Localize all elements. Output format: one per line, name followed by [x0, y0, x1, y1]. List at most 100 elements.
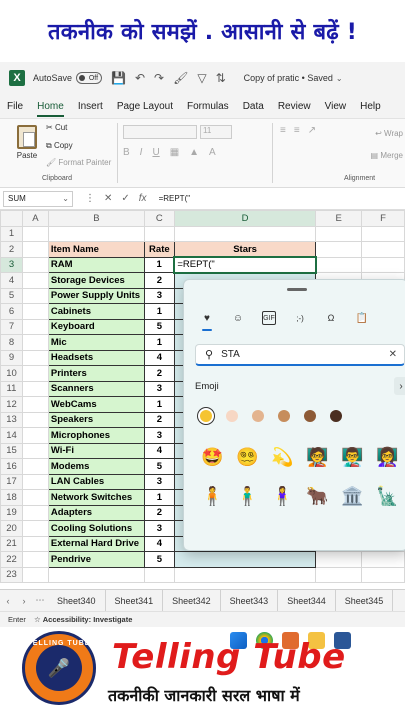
- tab-review[interactable]: Review: [271, 94, 318, 118]
- bold-icon[interactable]: B: [123, 147, 130, 158]
- row-header[interactable]: 2: [0, 241, 23, 258]
- cell[interactable]: [21, 365, 49, 382]
- row-header[interactable]: 15: [0, 442, 23, 459]
- enter-icon[interactable]: ✓: [121, 193, 129, 204]
- emoji-tab-icon[interactable]: ♥: [200, 311, 214, 331]
- cell[interactable]: [21, 396, 49, 413]
- save-icon[interactable]: 💾: [111, 71, 126, 85]
- rate-cell[interactable]: 1: [143, 303, 175, 320]
- insert-function-icon[interactable]: fx: [139, 193, 147, 204]
- sheet-tab[interactable]: Sheet340: [48, 589, 106, 612]
- row-header[interactable]: 16: [0, 458, 23, 475]
- skin-tone-swatch[interactable]: [200, 410, 212, 422]
- rate-cell[interactable]: 3: [143, 520, 175, 537]
- item-name-cell[interactable]: Wi-Fi: [47, 442, 145, 459]
- row-header[interactable]: 6: [0, 303, 23, 320]
- tab-file[interactable]: File: [0, 94, 30, 118]
- row-header[interactable]: 17: [0, 473, 23, 490]
- header-rate[interactable]: Rate: [143, 241, 175, 258]
- row-header[interactable]: 1: [0, 225, 23, 242]
- row-header[interactable]: 5: [0, 287, 23, 304]
- cell[interactable]: [21, 551, 49, 568]
- cell[interactable]: [361, 551, 405, 568]
- cell[interactable]: [21, 442, 49, 459]
- row-header[interactable]: 23: [0, 566, 23, 583]
- cell[interactable]: [361, 241, 405, 258]
- column-header[interactable]: F: [361, 210, 405, 227]
- column-header[interactable]: C: [143, 210, 175, 227]
- cell[interactable]: [47, 566, 145, 583]
- orientation-icon[interactable]: ↗: [308, 125, 316, 136]
- item-name-cell[interactable]: Cabinets: [47, 303, 145, 320]
- emoji-item[interactable]: 😵‍💫: [230, 440, 265, 475]
- rate-cell[interactable]: 5: [143, 551, 175, 568]
- item-name-cell[interactable]: RAM: [47, 256, 145, 273]
- column-header[interactable]: D: [173, 210, 317, 227]
- emoji-item[interactable]: 🗽: [370, 479, 405, 514]
- emoji-item[interactable]: 🧍: [195, 479, 230, 514]
- sheet-tab[interactable]: Sheet342: [163, 589, 221, 612]
- clipboard-icon[interactable]: 📋: [355, 311, 369, 325]
- skin-tone-swatch[interactable]: [304, 410, 316, 422]
- rate-cell[interactable]: 2: [143, 272, 175, 289]
- align-middle-icon[interactable]: ≡: [294, 125, 300, 136]
- tab-data[interactable]: Data: [236, 94, 271, 118]
- gif-icon[interactable]: GIF: [262, 311, 276, 325]
- cell[interactable]: [315, 241, 363, 258]
- item-name-cell[interactable]: WebCams: [47, 396, 145, 413]
- row-header[interactable]: 8: [0, 334, 23, 351]
- font-color-icon[interactable]: A: [209, 147, 216, 158]
- cell[interactable]: [21, 458, 49, 475]
- cell[interactable]: [21, 272, 49, 289]
- item-name-cell[interactable]: Keyboard: [47, 318, 145, 335]
- symbols-icon[interactable]: Ω: [324, 311, 338, 325]
- rate-cell[interactable]: 1: [143, 489, 175, 506]
- cell[interactable]: [21, 535, 49, 552]
- skin-tone-swatch[interactable]: [226, 410, 238, 422]
- underline-icon[interactable]: U: [152, 147, 159, 158]
- item-name-cell[interactable]: LAN Cables: [47, 473, 145, 490]
- next-sheet-icon[interactable]: ›: [16, 596, 32, 606]
- border-icon[interactable]: ▦: [170, 147, 179, 158]
- sort-icon[interactable]: ⇅: [216, 71, 226, 85]
- rate-cell[interactable]: 4: [143, 349, 175, 366]
- format-painter-icon[interactable]: 🖌: [173, 71, 188, 85]
- cell[interactable]: [143, 225, 175, 242]
- cell[interactable]: [173, 566, 317, 583]
- emoji-item[interactable]: 🧍‍♂️: [230, 479, 265, 514]
- rate-cell[interactable]: 3: [143, 473, 175, 490]
- row-header[interactable]: 22: [0, 551, 23, 568]
- cell[interactable]: [21, 241, 49, 258]
- rate-cell[interactable]: 4: [143, 535, 175, 552]
- cell[interactable]: [21, 427, 49, 444]
- italic-icon[interactable]: I: [140, 147, 143, 158]
- rate-cell[interactable]: 3: [143, 380, 175, 397]
- tab-page-layout[interactable]: Page Layout: [110, 94, 180, 118]
- column-header[interactable]: E: [315, 210, 363, 227]
- select-all-corner[interactable]: [0, 210, 23, 227]
- cell[interactable]: [361, 566, 405, 583]
- header-stars[interactable]: Stars: [173, 241, 317, 258]
- row-header[interactable]: 3: [0, 256, 23, 273]
- item-name-cell[interactable]: Headsets: [47, 349, 145, 366]
- emoji-item[interactable]: 🏛️: [335, 479, 370, 514]
- cell[interactable]: [21, 504, 49, 521]
- wrap-text-button[interactable]: ↩ Wrap: [375, 129, 403, 138]
- cell[interactable]: [21, 473, 49, 490]
- item-name-cell[interactable]: Speakers: [47, 411, 145, 428]
- row-header[interactable]: 21: [0, 535, 23, 552]
- item-name-cell[interactable]: External Hard Drive: [47, 535, 145, 552]
- item-name-cell[interactable]: Adapters: [47, 504, 145, 521]
- row-header[interactable]: 4: [0, 272, 23, 289]
- rate-cell[interactable]: 1: [143, 256, 175, 273]
- row-header[interactable]: 10: [0, 365, 23, 382]
- font-size-select[interactable]: 11: [200, 125, 232, 139]
- cell[interactable]: [47, 225, 145, 242]
- drag-handle[interactable]: [287, 288, 307, 291]
- column-header[interactable]: A: [21, 210, 49, 227]
- row-header[interactable]: 14: [0, 427, 23, 444]
- rate-cell[interactable]: 2: [143, 411, 175, 428]
- item-name-cell[interactable]: Storage Devices: [47, 272, 145, 289]
- item-name-cell[interactable]: Pendrive: [47, 551, 145, 568]
- skin-tone-swatch[interactable]: [278, 410, 290, 422]
